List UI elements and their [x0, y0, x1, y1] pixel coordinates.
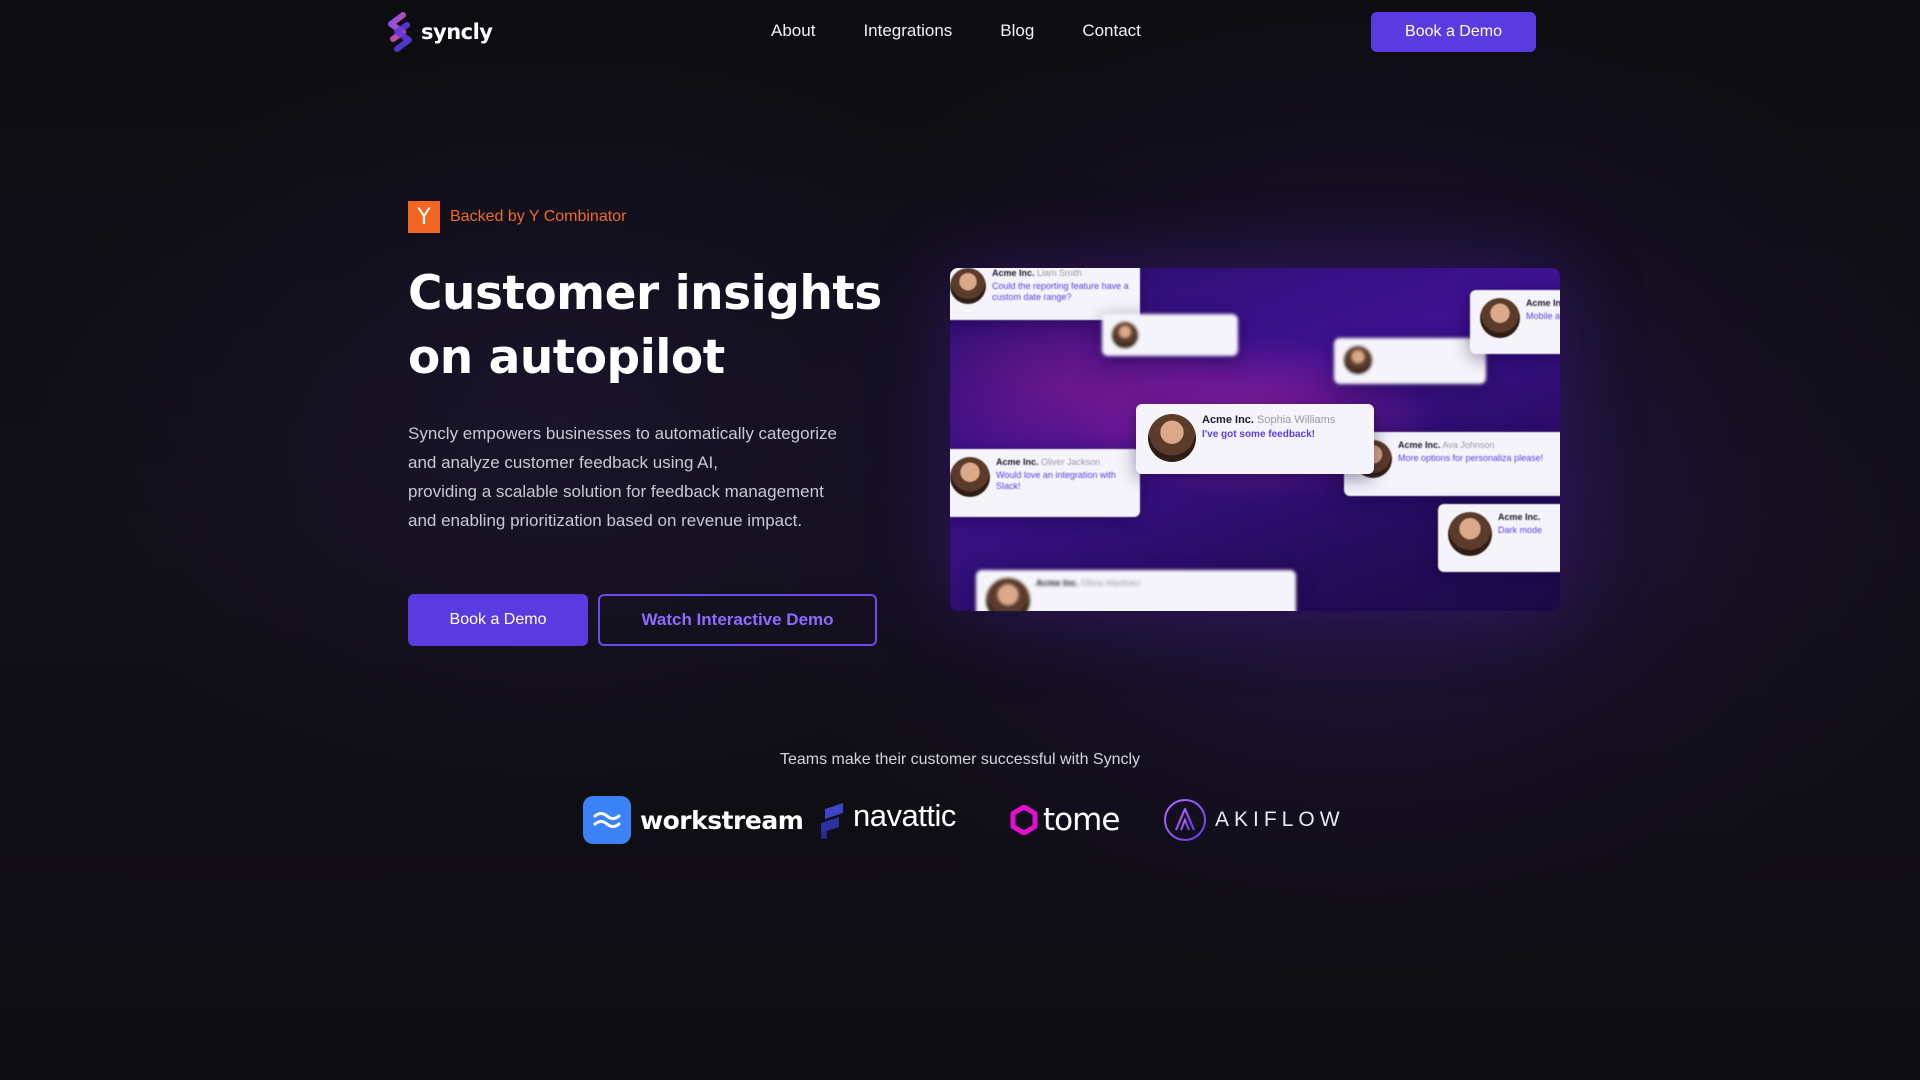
feedback-card: Acme Inc. Ava Johnson More options for p… [1344, 432, 1560, 496]
card-person: Oliver Jackson [1041, 457, 1101, 467]
top-nav: syncly About Integrations Blog Contact B… [0, 0, 1920, 64]
avatar [1344, 346, 1372, 374]
nav-link-about[interactable]: About [771, 21, 815, 41]
logos-caption: Teams make their customer successful wit… [779, 751, 1141, 768]
hero-description: Syncly empowers businesses to automatica… [408, 419, 888, 535]
card-message: Mobile a [1526, 311, 1560, 321]
avatar [986, 578, 1030, 611]
logo-tome: tome [1009, 794, 1120, 846]
card-person: Ava Johnson [1442, 440, 1495, 450]
feedback-card [1102, 314, 1238, 356]
feedback-card-featured: Acme Inc. Sophia Williams I've got some … [1136, 404, 1374, 474]
hero-description-line: Syncly empowers businesses to automatica… [408, 424, 837, 443]
card-company: Acme In [1526, 298, 1560, 308]
card-message: More options for personaliza please! [1398, 453, 1544, 463]
avatar [1112, 322, 1138, 348]
tome-icon [1010, 805, 1038, 835]
watch-interactive-demo-button[interactable]: Watch Interactive Demo [598, 594, 877, 646]
hero-feedback-visual: Acme Inc. Liam Smith Could the reporting… [950, 268, 1560, 611]
feedback-card: Acme Inc. Liam Smith Could the reporting… [950, 268, 1140, 320]
workstream-wordmark: workstream [640, 805, 804, 835]
card-company: Acme Inc. [1202, 414, 1254, 426]
avatar [1448, 512, 1492, 556]
logo-navattic: navattic [819, 794, 956, 846]
card-person: Olivia Martinez [1081, 578, 1141, 588]
hero-title-line-1: Customer insights [408, 266, 882, 321]
card-company: Acme Inc. [996, 457, 1039, 467]
card-message: Dark mode [1498, 525, 1543, 535]
card-company: Acme Inc. [1036, 578, 1079, 588]
avatar [1480, 298, 1520, 338]
card-person: Liam Smith [1037, 268, 1083, 278]
logo-workstream: workstream [583, 794, 804, 846]
card-message: Could the reporting feature have a custo… [992, 281, 1129, 302]
feedback-card: Acme Inc. Olivia Martinez [976, 570, 1296, 611]
card-person: Sophia Williams [1257, 414, 1336, 426]
avatar [950, 457, 990, 497]
card-company: Acme Inc. [992, 268, 1035, 278]
hero-description-line: and enabling prioritization based on rev… [408, 511, 803, 530]
feedback-card [1334, 338, 1486, 384]
hero-title: Customer insights on autopilot [408, 262, 908, 390]
hero-book-demo-button[interactable]: Book a Demo [408, 594, 588, 646]
akiflow-wordmark: AKIFLOW [1215, 808, 1345, 831]
akiflow-icon [1164, 799, 1206, 841]
y-combinator-icon: Y [408, 201, 440, 233]
badge-text: Backed by Y Combinator [450, 208, 627, 225]
logo-wordmark: syncly [421, 20, 493, 44]
card-company: Acme Inc. [1498, 512, 1541, 522]
tome-wordmark: tome [1043, 802, 1120, 838]
syncly-logo[interactable]: syncly [383, 12, 493, 52]
feedback-card: Acme Inc. Dark mode [1438, 504, 1560, 572]
workstream-icon [583, 796, 631, 844]
hero-title-line-2: on autopilot [408, 330, 725, 385]
feedback-card: Acme In Mobile a [1470, 290, 1560, 354]
nav-link-integrations[interactable]: Integrations [863, 21, 952, 41]
hero-description-line: providing a scalable solution for feedba… [408, 482, 824, 501]
nav-link-contact[interactable]: Contact [1082, 21, 1141, 41]
card-message: I've got some feedback! [1202, 429, 1315, 440]
feedback-card: Acme Inc. Oliver Jackson Would love an i… [950, 449, 1140, 517]
hero-description-line: and analyze customer feedback using AI, [408, 453, 718, 472]
avatar [1148, 414, 1196, 462]
card-message: Would love an integration with Slack! [996, 470, 1116, 491]
navattic-icon [821, 803, 843, 839]
card-company: Acme Inc. [1398, 440, 1441, 450]
nav-link-blog[interactable]: Blog [1000, 21, 1034, 41]
yc-badge: Y Backed by Y Combinator [408, 201, 626, 233]
avatar [950, 268, 986, 304]
nav-links: About Integrations Blog Contact [771, 21, 1141, 41]
syncly-logo-icon [388, 12, 412, 52]
navattic-wordmark: navattic [853, 798, 956, 833]
nav-book-demo-button[interactable]: Book a Demo [1371, 12, 1536, 52]
logo-akiflow: AKIFLOW [1163, 794, 1345, 846]
